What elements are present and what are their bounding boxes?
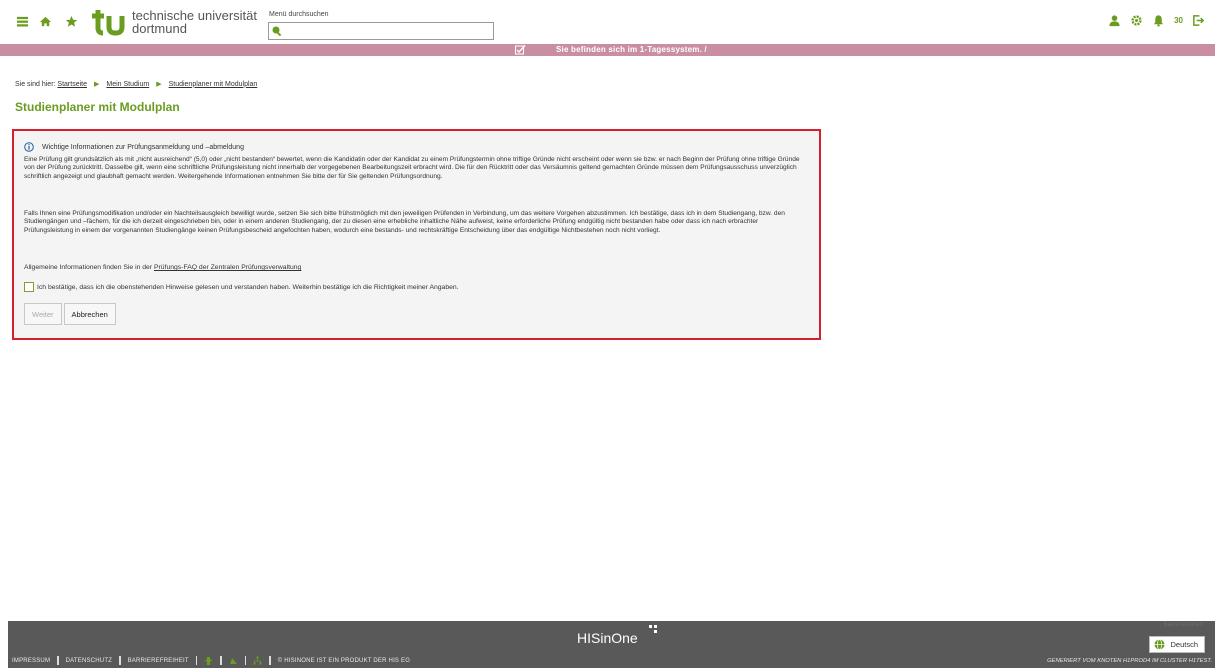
- confirm-label[interactable]: Ich bestätige, dass ich die obenstehende…: [37, 284, 459, 291]
- language-button[interactable]: Deutsch: [1149, 636, 1205, 653]
- confirm-row[interactable]: Ich bestätige, dass ich die obenstehende…: [24, 282, 459, 292]
- breadcrumb-prefix: Sie sind hier:: [15, 80, 56, 88]
- footer-divider: [195, 656, 198, 665]
- menu-search[interactable]: [268, 22, 494, 40]
- globe-icon: [1154, 639, 1165, 650]
- footer-node-info: GENERIERT VOM KNOTEN H1PROD4 IM CLUSTER …: [1047, 658, 1212, 664]
- sitemap-icon[interactable]: [253, 656, 262, 665]
- menu-icon[interactable]: [15, 14, 29, 28]
- footer-ghost-text: Barrierefreiheit: [1163, 622, 1203, 628]
- search-label: Menü durchsuchen: [269, 11, 329, 18]
- faq-line: Allgemeine Informationen finden Sie in d…: [24, 264, 301, 271]
- next-button[interactable]: Weiter: [24, 303, 62, 325]
- logo-line-2: dortmund: [132, 21, 187, 36]
- info-icon: [24, 142, 34, 152]
- bell-icon[interactable]: [1152, 14, 1165, 27]
- gear-icon[interactable]: [1130, 14, 1143, 27]
- exam-info-panel: Wichtige Informationen zur Prüfungsanmel…: [12, 129, 821, 340]
- faq-prefix: Allgemeine Informationen finden Sie in d…: [24, 264, 153, 271]
- breadcrumb-studienplaner[interactable]: Studienplaner mit Modulplan: [169, 81, 258, 88]
- faq-link[interactable]: Prüfungs-FAQ der Zentralen Prüfungsverwa…: [154, 264, 301, 271]
- tu-logo-mark: [92, 10, 125, 36]
- footer-links: IMPRESSUM DATENSCHUTZ BARRIEREFREIHEIT ©…: [12, 656, 410, 665]
- system-notice-text: Sie befinden sich im 1-Tagessystem. /: [556, 45, 707, 54]
- chevron-right-icon: ▶: [156, 81, 162, 88]
- hisinone-logo[interactable]: HISinOne: [577, 625, 657, 646]
- logout-icon[interactable]: [1192, 14, 1205, 27]
- footer-link-barrierefreiheit[interactable]: BARRIEREFREIHEIT: [128, 658, 189, 664]
- footer: Barrierefreiheit HISinOne Deutsch IMPRES…: [8, 621, 1215, 668]
- footer-divider: [220, 656, 222, 665]
- info-paragraph-1: Eine Prüfung gilt grundsätzlich als mit …: [24, 156, 800, 180]
- checkbox-icon: [515, 45, 526, 55]
- language-label: Deutsch: [1170, 640, 1198, 649]
- brand-dots-icon: [649, 625, 657, 633]
- panel-buttons: Weiter Abbrechen: [24, 303, 116, 325]
- chevron-right-icon: ▶: [94, 81, 100, 88]
- panel-heading-text: Wichtige Informationen zur Prüfungsanmel…: [42, 143, 244, 151]
- user-icon[interactable]: [1108, 14, 1121, 27]
- breadcrumb: Sie sind hier: Startseite ▶ Mein Studium…: [15, 80, 258, 89]
- system-notice-bar: Sie befinden sich im 1-Tagessystem. /: [0, 44, 1215, 56]
- facebook-icon[interactable]: [204, 656, 213, 665]
- confirm-checkbox[interactable]: [24, 282, 34, 292]
- rss-icon[interactable]: [229, 656, 238, 665]
- search-input[interactable]: [285, 24, 485, 38]
- footer-divider: [57, 656, 59, 665]
- breadcrumb-mein-studium[interactable]: Mein Studium: [106, 81, 149, 88]
- page-title: Studienplaner mit Modulplan: [15, 100, 180, 114]
- breadcrumb-startseite[interactable]: Startseite: [57, 81, 87, 88]
- footer-divider: [119, 656, 121, 665]
- star-icon[interactable]: [64, 14, 78, 28]
- tu-dortmund-logo[interactable]: technische universität dortmund: [90, 7, 257, 37]
- info-paragraph-2: Falls Ihnen eine Prüfungsmodifikation un…: [24, 210, 785, 234]
- top-bar: technische universität dortmund Menü dur…: [0, 0, 1215, 44]
- footer-divider: [269, 656, 271, 665]
- footer-divider: [244, 656, 247, 665]
- footer-link-datenschutz[interactable]: DATENSCHUTZ: [66, 658, 112, 664]
- footer-copyright: © HISINONE IST EIN PRODUKT DER HIS EG: [277, 657, 411, 664]
- cancel-button[interactable]: Abbrechen: [63, 303, 116, 325]
- footer-brand-text: HISinOne: [577, 630, 638, 646]
- search-icon: [272, 26, 282, 37]
- user-toolbar: 30: [1108, 14, 1205, 27]
- logo-text: technische universität dortmund: [132, 9, 257, 35]
- home-icon[interactable]: [38, 14, 52, 28]
- notification-count[interactable]: 30: [1174, 16, 1183, 25]
- footer-link-impressum[interactable]: IMPRESSUM: [12, 658, 50, 664]
- panel-heading: Wichtige Informationen zur Prüfungsanmel…: [24, 142, 244, 152]
